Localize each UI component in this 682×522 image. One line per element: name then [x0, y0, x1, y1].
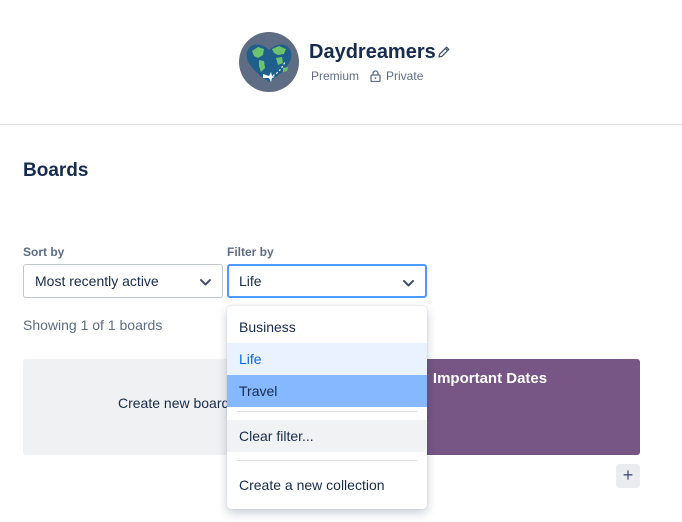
add-button[interactable]: +: [616, 464, 640, 488]
filter-option-life[interactable]: Life: [227, 343, 427, 375]
divider: [237, 460, 417, 461]
sort-by-label: Sort by: [23, 245, 65, 259]
lock-icon: [370, 70, 381, 82]
create-board-label: Create new board: [118, 395, 230, 411]
boards-title: Boards: [23, 160, 89, 181]
team-avatar: [239, 32, 299, 92]
team-meta: Premium Private: [311, 69, 423, 83]
filter-option-business[interactable]: Business: [227, 311, 427, 343]
filter-option-travel[interactable]: Travel: [227, 375, 427, 407]
team-header: Daydreamers Premium Private: [0, 0, 682, 125]
filter-dropdown: Business Life Travel Clear filter... Cre…: [227, 306, 427, 509]
chevron-down-icon: [403, 280, 414, 287]
team-visibility: Private: [386, 69, 424, 83]
chevron-down-icon: [200, 279, 211, 286]
filter-select[interactable]: Life: [227, 264, 427, 298]
sort-select-value: Most recently active: [35, 273, 159, 289]
pencil-icon[interactable]: [437, 45, 451, 59]
divider: [237, 411, 417, 412]
showing-count: Showing 1 of 1 boards: [23, 317, 163, 333]
create-collection-option[interactable]: Create a new collection: [227, 469, 427, 501]
globe-heart-icon: [246, 44, 292, 82]
team-plan: Premium: [311, 69, 360, 83]
filter-by-label: Filter by: [227, 245, 274, 259]
clear-filter-option[interactable]: Clear filter...: [227, 420, 427, 452]
filter-select-value: Life: [239, 273, 262, 289]
sort-select[interactable]: Most recently active: [23, 264, 223, 298]
team-name: Daydreamers: [309, 41, 436, 63]
